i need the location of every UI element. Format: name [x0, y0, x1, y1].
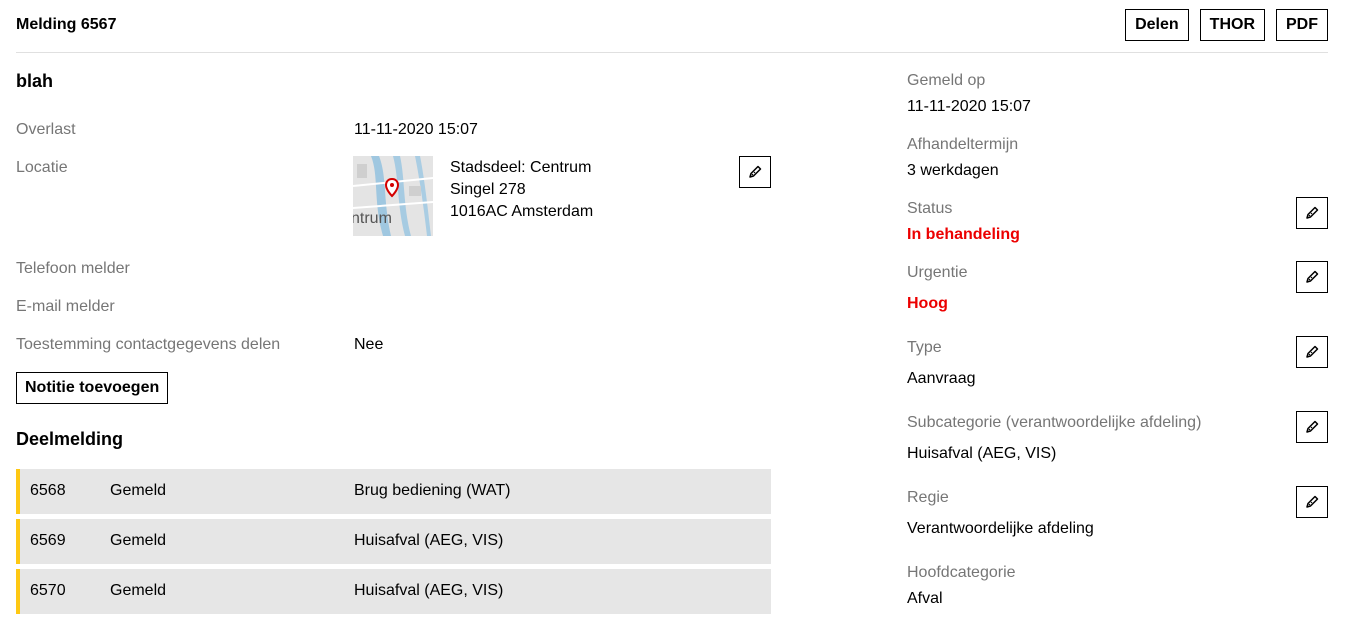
main-category-label: Hoofdcategorie: [907, 564, 1016, 581]
edit-status-button[interactable]: [1296, 197, 1328, 229]
pencil-icon: [1306, 345, 1319, 358]
sub-reports-heading: Deelmelding: [16, 429, 124, 449]
phone-label: Telefoon melder: [16, 260, 130, 277]
pencil-icon: [749, 165, 762, 178]
sub-report-category: Huisafval (AEG, VIS): [354, 532, 504, 549]
page-header: Melding 6567 Delen THOR PDF: [16, 0, 1328, 53]
urgency-value: Hoog: [907, 295, 948, 312]
direction-value: Verantwoordelijke afdeling: [907, 520, 1094, 537]
consent-label: Toestemming contactgegevens delen: [16, 336, 281, 353]
address-street: Singel 278: [450, 181, 526, 198]
sub-report-category: Brug bediening (WAT): [354, 482, 511, 499]
type-label: Type: [907, 339, 942, 356]
pencil-icon: [1306, 495, 1319, 508]
page-title: Melding 6567: [16, 16, 117, 33]
address-postal-city: 1016AC Amsterdam: [450, 203, 594, 220]
sub-report-status: Gemeld: [110, 532, 167, 549]
sub-report-category: Huisafval (AEG, VIS): [354, 582, 504, 599]
handling-term-label: Afhandeltermijn: [907, 136, 1019, 153]
subcategory-label: Subcategorie (verantwoordelijke afdeling…: [907, 414, 1202, 431]
direction-label: Regie: [907, 489, 949, 506]
sub-report-row[interactable]: 6568 Gemeld Brug bediening (WAT): [16, 469, 771, 514]
pdf-button[interactable]: PDF: [1276, 9, 1328, 41]
reported-on-label: Gemeld op: [907, 72, 986, 89]
pencil-icon: [1306, 270, 1319, 283]
reported-on-value: 11-11-2020 15:07: [907, 98, 1031, 115]
edit-location-button[interactable]: [739, 156, 771, 188]
overlast-label: Overlast: [16, 121, 76, 138]
email-label: E-mail melder: [16, 298, 115, 315]
address-district: Stadsdeel: Centrum: [450, 159, 592, 176]
edit-subcategory-button[interactable]: [1296, 411, 1328, 443]
add-note-button[interactable]: Notitie toevoegen: [16, 372, 169, 404]
handling-term-value: 3 werkdagen: [907, 162, 999, 179]
sub-report-status: Gemeld: [110, 482, 167, 499]
sub-report-id: 6568: [30, 482, 66, 499]
urgency-label: Urgentie: [907, 264, 968, 281]
incident-title: blah: [16, 71, 54, 91]
location-label: Locatie: [16, 159, 68, 176]
edit-direction-button[interactable]: [1296, 486, 1328, 518]
subcategory-value: Huisafval (AEG, VIS): [907, 445, 1057, 462]
sub-report-id: 6569: [30, 532, 66, 549]
edit-type-button[interactable]: [1296, 336, 1328, 368]
edit-urgency-button[interactable]: [1296, 261, 1328, 293]
pencil-icon: [1306, 420, 1319, 433]
sub-report-id: 6570: [30, 582, 66, 599]
location-address: Stadsdeel: Centrum Singel 278 1016AC Ams…: [450, 157, 593, 223]
location-map-thumbnail[interactable]: ntrum: [353, 156, 433, 236]
sub-report-row[interactable]: 6569 Gemeld Huisafval (AEG, VIS): [16, 519, 771, 564]
thor-button[interactable]: THOR: [1199, 9, 1265, 41]
overlast-value: 11-11-2020 15:07: [354, 121, 478, 138]
main-category-value: Afval: [907, 590, 943, 607]
map-area-label: ntrum: [353, 210, 392, 227]
sub-report-status: Gemeld: [110, 582, 167, 599]
pencil-icon: [1306, 206, 1319, 219]
consent-value: Nee: [354, 336, 384, 353]
status-value: In behandeling: [907, 226, 1020, 243]
sub-report-row[interactable]: 6570 Gemeld Huisafval (AEG, VIS): [16, 569, 771, 614]
status-label: Status: [907, 200, 953, 217]
header-actions: Delen THOR PDF: [1125, 9, 1328, 41]
share-button[interactable]: Delen: [1125, 9, 1189, 41]
type-value: Aanvraag: [907, 370, 976, 387]
